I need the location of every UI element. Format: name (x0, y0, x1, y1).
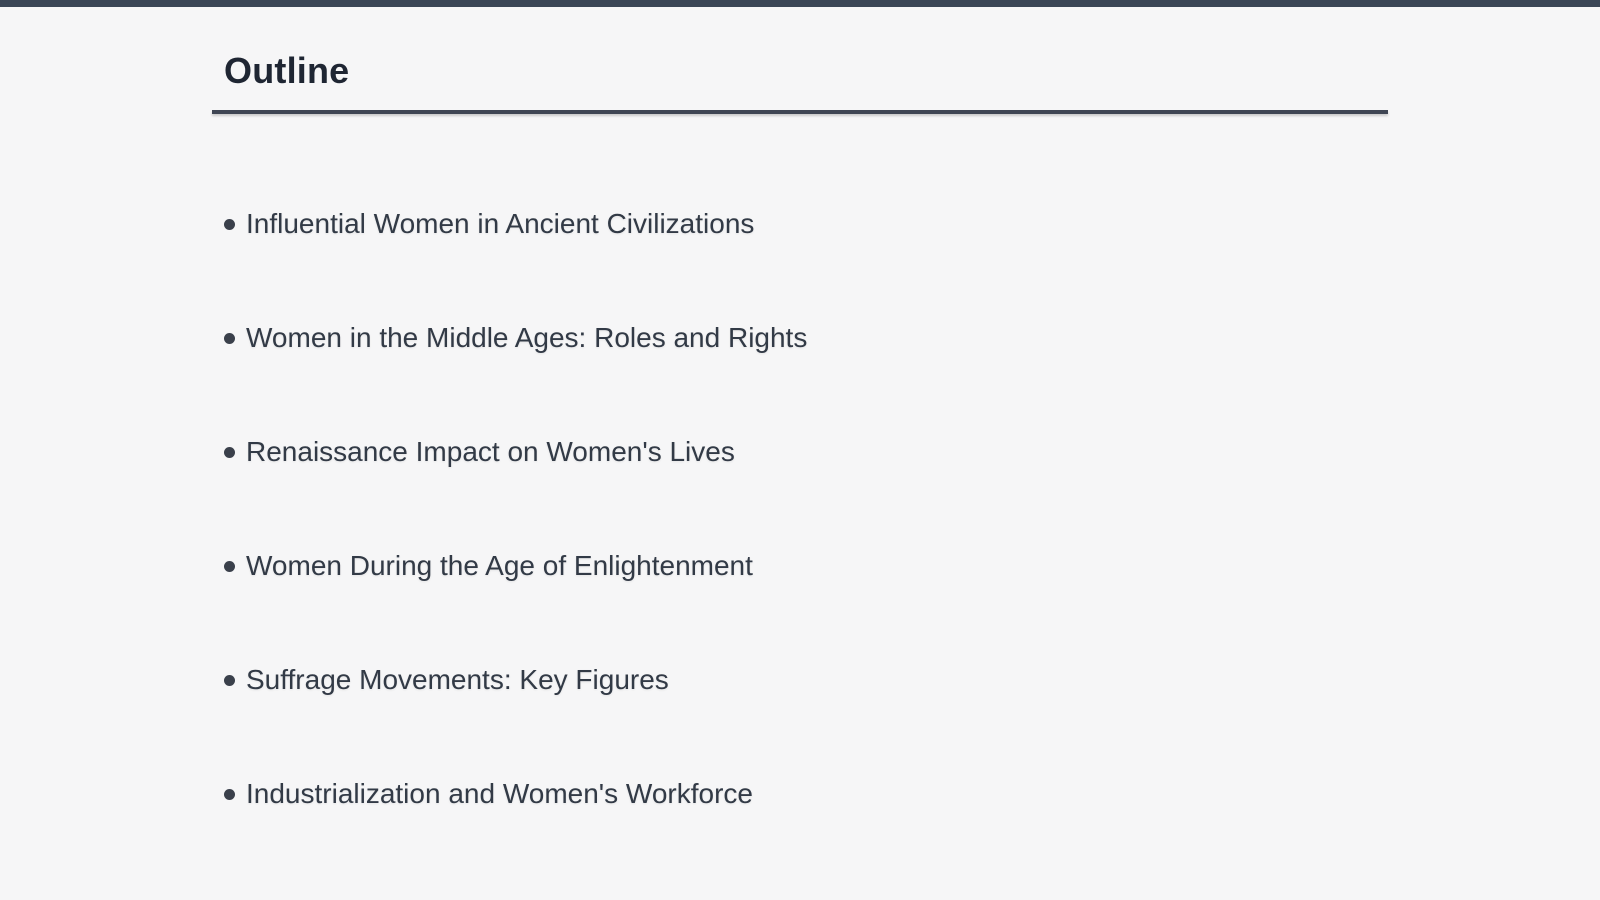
outline-item-text: Women in the Middle Ages: Roles and Righ… (246, 322, 808, 353)
bullet-icon (224, 561, 235, 572)
bullet-icon (224, 333, 235, 344)
slide-canvas: Outline Influential Women in Ancient Civ… (0, 0, 1600, 900)
outline-item-text: Women During the Age of Enlightenment (246, 550, 753, 581)
outline-item-text: Suffrage Movements: Key Figures (246, 664, 669, 695)
slide-title: Outline (224, 50, 350, 91)
outline-list: Influential Women in Ancient Civilizatio… (224, 205, 807, 889)
outline-item-text: Industrialization and Women's Workforce (246, 778, 753, 809)
outline-item: Suffrage Movements: Key Figures (224, 661, 807, 775)
bullet-icon (224, 789, 235, 800)
outline-item: Renaissance Impact on Women's Lives (224, 433, 807, 547)
outline-item-text: Renaissance Impact on Women's Lives (246, 436, 735, 467)
outline-item: Women in the Middle Ages: Roles and Righ… (224, 319, 807, 433)
bullet-icon (224, 447, 235, 458)
title-divider (212, 110, 1388, 114)
bullet-icon (224, 675, 235, 686)
bullet-icon (224, 219, 235, 230)
outline-item: Industrialization and Women's Workforce (224, 775, 807, 889)
outline-item: Influential Women in Ancient Civilizatio… (224, 205, 807, 319)
outline-item-text: Influential Women in Ancient Civilizatio… (246, 208, 755, 239)
outline-item: Women During the Age of Enlightenment (224, 547, 807, 661)
